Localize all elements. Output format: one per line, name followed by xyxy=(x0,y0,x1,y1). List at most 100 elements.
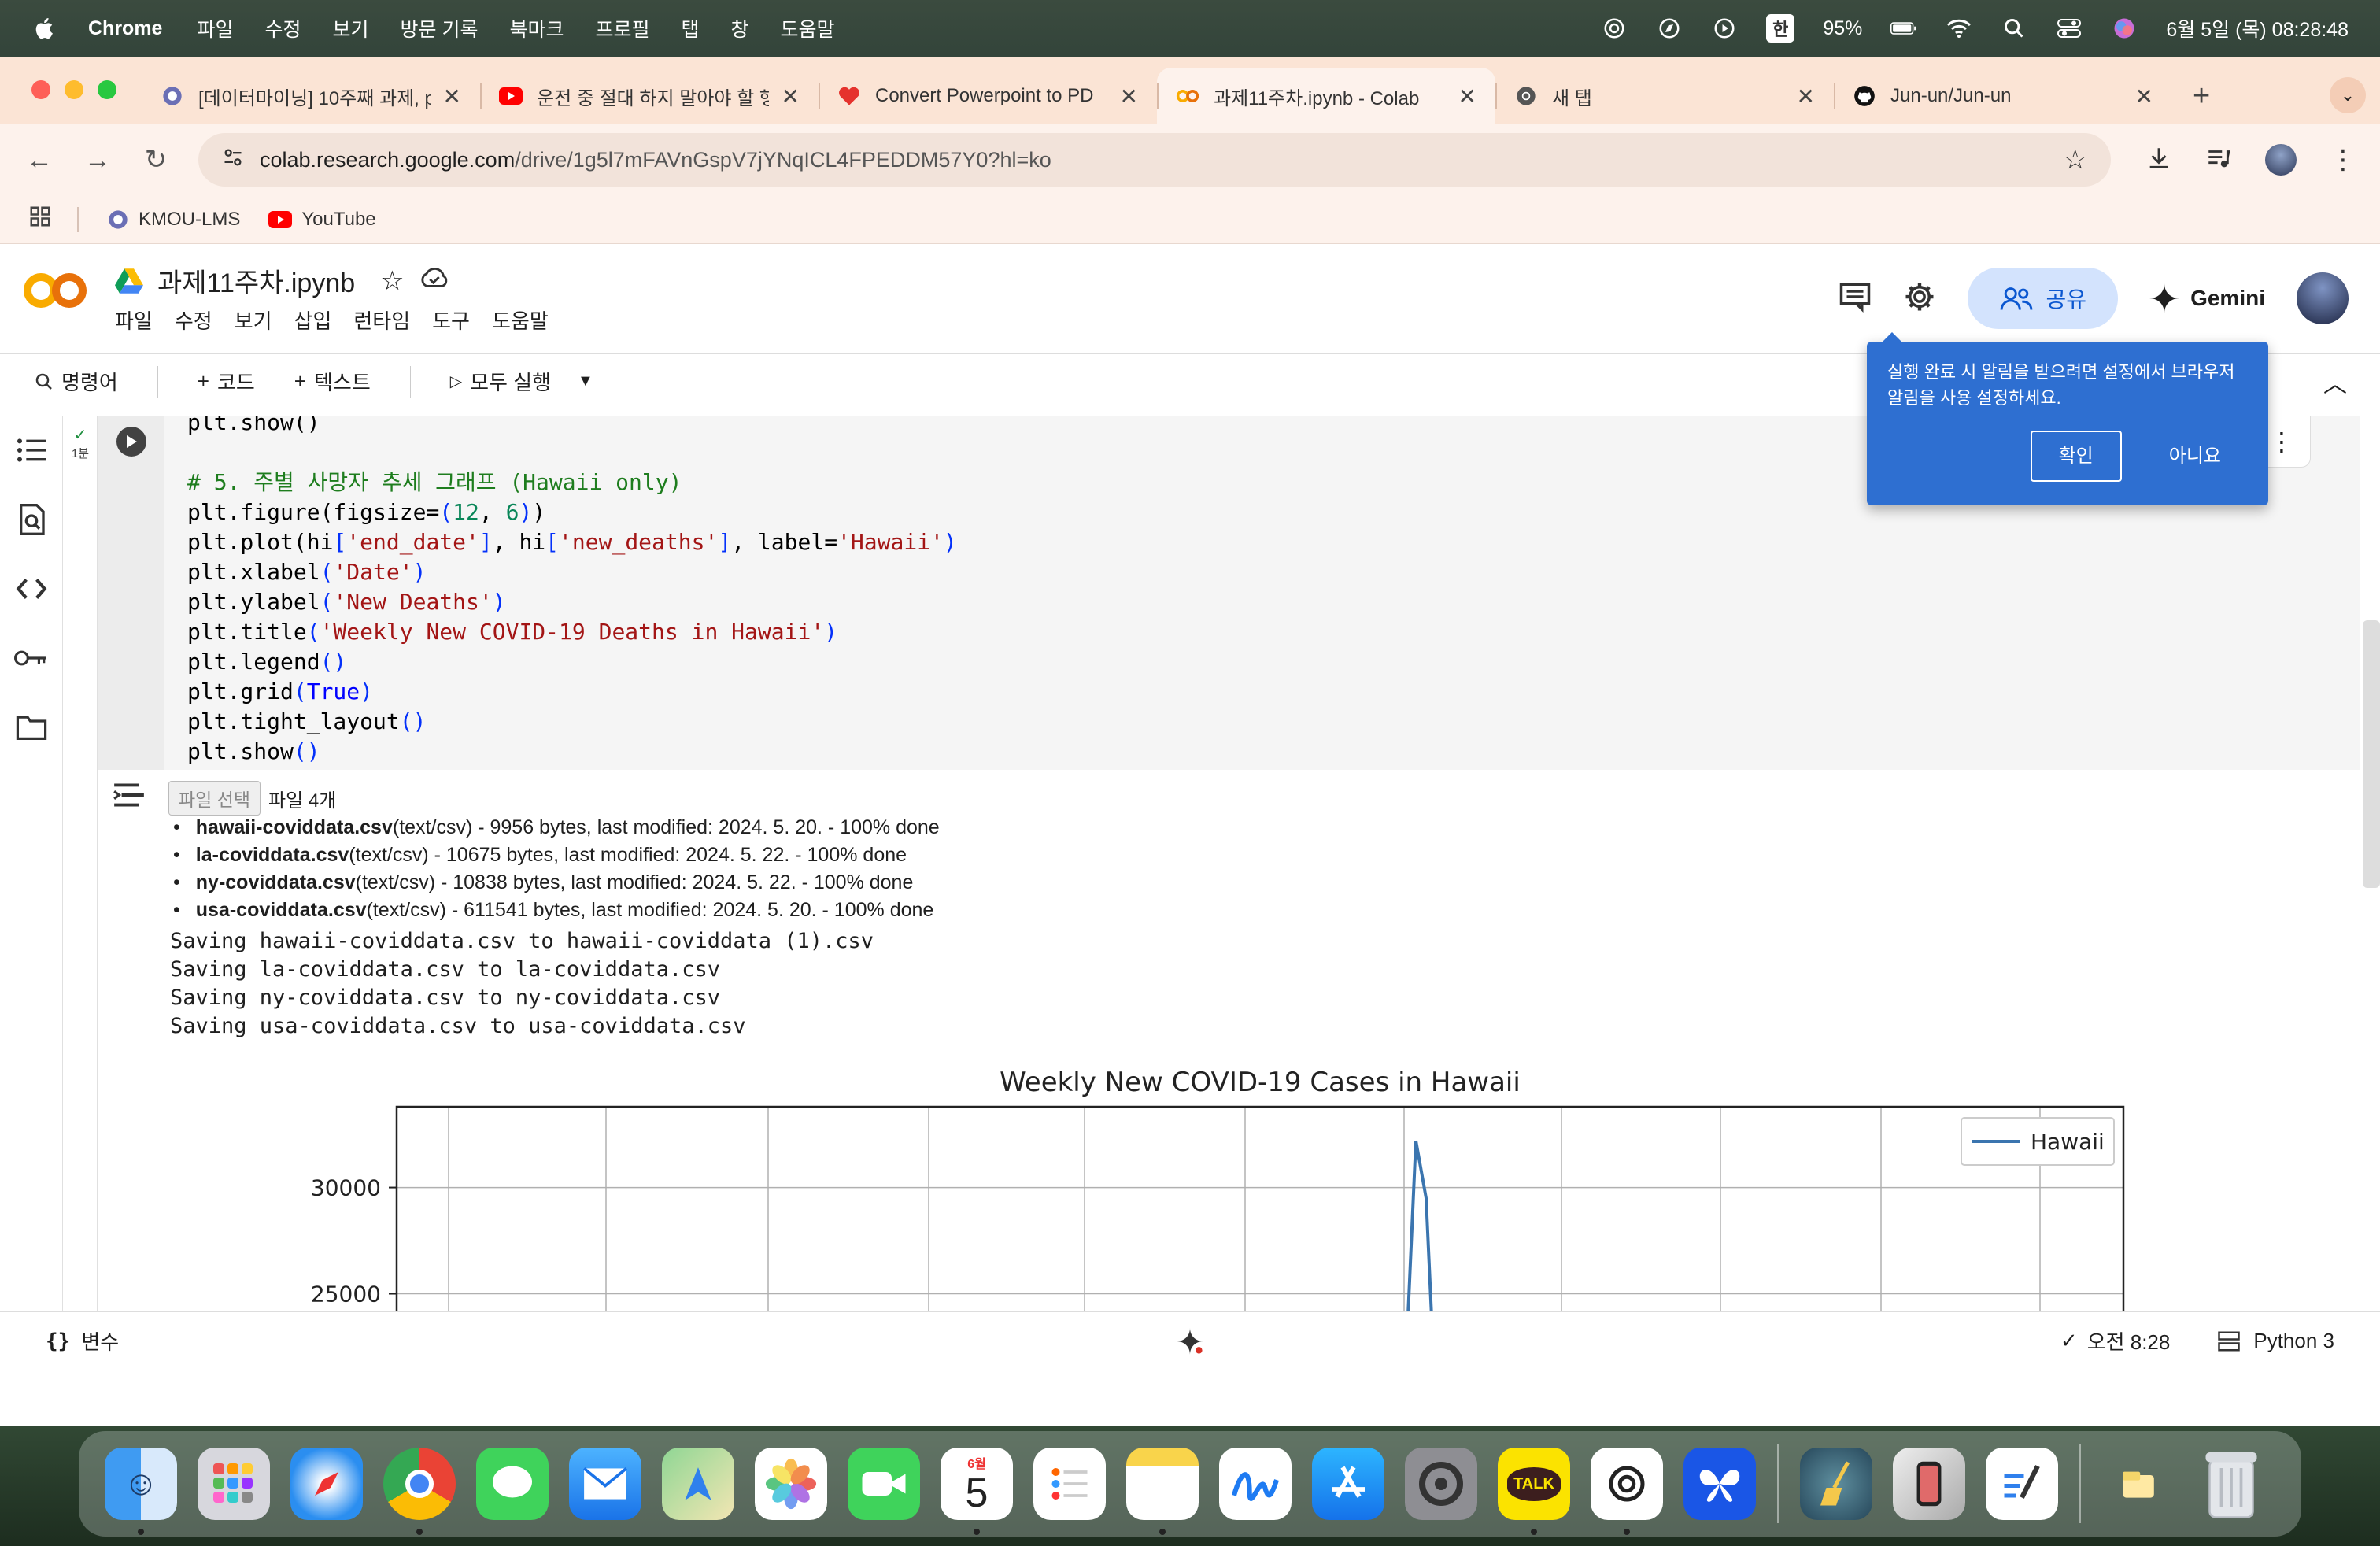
media-queue-icon[interactable] xyxy=(2205,145,2232,176)
run-all-dropdown-icon[interactable]: ▼ xyxy=(578,372,593,390)
close-tab-icon[interactable]: ✕ xyxy=(1458,83,1476,109)
siri-icon[interactable] xyxy=(2111,15,2138,42)
execution-status-button[interactable]: ✓ 오전 8:28 xyxy=(2060,1326,2170,1356)
dock-trash[interactable] xyxy=(2185,1437,2278,1530)
confirm-button[interactable]: 확인 xyxy=(2030,431,2122,482)
chatgpt-status-icon[interactable] xyxy=(1601,15,1628,42)
tab-search-chevron-icon[interactable]: ⌄ xyxy=(2330,77,2366,113)
zoom-window-button[interactable] xyxy=(98,80,116,99)
menu-edit[interactable]: 수정 xyxy=(264,14,301,43)
close-tab-icon[interactable]: ✕ xyxy=(2135,83,2153,109)
back-arrow-icon[interactable]: ← xyxy=(24,145,55,176)
notebook-scrollbar[interactable] xyxy=(2363,620,2380,888)
battery-icon[interactable] xyxy=(1890,15,1917,42)
tab-github[interactable]: Jun-un/Jun-un ✕ xyxy=(1834,68,2172,124)
tab-new-tab[interactable]: 새 탭 ✕ xyxy=(1495,68,1834,124)
menu-bookmarks[interactable]: 북마크 xyxy=(509,14,564,43)
dock-mail[interactable] xyxy=(559,1437,652,1530)
google-drive-icon[interactable] xyxy=(115,268,143,294)
code-snippets-icon[interactable] xyxy=(0,554,62,623)
gemini-sparkle-icon[interactable] xyxy=(1177,1328,1203,1360)
bookmark-star-icon[interactable]: ☆ xyxy=(2064,144,2087,176)
menu-help[interactable]: 도움말 xyxy=(781,14,835,43)
notebook-title[interactable]: 과제11주차.ipynb xyxy=(157,261,355,300)
dock-launchpad[interactable] xyxy=(187,1437,280,1530)
menu-tab[interactable]: 탭 xyxy=(682,14,700,43)
menu-window[interactable]: 창 xyxy=(731,14,749,43)
menu-file[interactable]: 파일 xyxy=(115,305,153,335)
apple-icon[interactable] xyxy=(31,15,58,42)
wifi-icon[interactable] xyxy=(1946,15,1972,42)
dock-notes[interactable] xyxy=(1116,1437,1209,1535)
dock-maps[interactable] xyxy=(652,1437,745,1530)
account-avatar[interactable] xyxy=(2297,272,2349,324)
tab-convert-ppt[interactable]: Convert Powerpoint to PD ✕ xyxy=(819,68,1157,124)
decline-button[interactable]: 아니요 xyxy=(2145,432,2245,480)
comments-icon[interactable] xyxy=(1839,281,1872,316)
gemini-button[interactable]: Gemini xyxy=(2149,283,2265,313)
tab-youtube-video[interactable]: 운전 중 절대 하지 말아야 할 행 ✕ xyxy=(480,68,819,124)
dock-freeform-notes[interactable] xyxy=(1975,1437,2068,1530)
colab-logo[interactable] xyxy=(22,268,88,313)
dock-iphone-mirroring[interactable] xyxy=(1883,1437,1975,1530)
app-name[interactable]: Chrome xyxy=(88,17,162,40)
table-of-contents-icon[interactable] xyxy=(0,416,62,485)
choose-files-button[interactable]: 파일 선택 xyxy=(168,781,261,816)
address-bar[interactable]: colab.research.google.com/drive/1g5l7mFA… xyxy=(198,133,2111,187)
files-folder-icon[interactable] xyxy=(0,693,62,762)
dock-chrome[interactable] xyxy=(373,1437,466,1535)
code-editor[interactable]: plt.show() # 5. 주별 사망자 추세 그래프 (Hawaii on… xyxy=(187,416,957,767)
menu-profiles[interactable]: 프로필 xyxy=(595,14,649,43)
compass-status-icon[interactable] xyxy=(1656,15,1683,42)
close-tab-icon[interactable]: ✕ xyxy=(782,83,800,109)
collapse-header-icon[interactable]: ︿ xyxy=(2323,364,2347,399)
bookmark-youtube[interactable]: YouTube xyxy=(268,209,376,231)
clock[interactable]: 6월 5일 (목) 08:28:48 xyxy=(2166,14,2349,43)
menu-edit[interactable]: 수정 xyxy=(175,305,213,335)
tab-colab[interactable]: 과제11주차.ipynb - Colab ✕ xyxy=(1157,68,1495,124)
menu-insert[interactable]: 삽입 xyxy=(294,305,332,335)
menu-runtime[interactable]: 런타임 xyxy=(353,305,410,335)
dock-reminders[interactable] xyxy=(1023,1437,1116,1530)
profile-avatar[interactable] xyxy=(2265,144,2297,176)
dock-butterfly-app[interactable] xyxy=(1673,1437,1766,1530)
dock-broom-app[interactable] xyxy=(1790,1437,1883,1530)
dock-calendar[interactable]: 6월 5 xyxy=(930,1437,1023,1535)
forward-arrow-icon[interactable]: → xyxy=(82,145,113,176)
run-all-button[interactable]: ▷ 모두 실행 xyxy=(438,367,564,396)
menu-view[interactable]: 보기 xyxy=(235,305,272,335)
spotlight-search-icon[interactable] xyxy=(2001,15,2027,42)
tab-data-mining[interactable]: [데이터마이닝] 10주째 과제, p ✕ xyxy=(142,68,480,124)
cell-more-options-icon[interactable]: ⋮ xyxy=(2269,427,2294,457)
add-code-button[interactable]: + 코드 xyxy=(185,367,268,396)
site-settings-icon[interactable] xyxy=(222,146,244,174)
menu-history[interactable]: 방문 기록 xyxy=(401,14,479,43)
command-palette-button[interactable]: 명령어 xyxy=(22,367,131,396)
close-tab-icon[interactable]: ✕ xyxy=(1120,83,1138,109)
dock-freeform[interactable] xyxy=(1209,1437,1302,1530)
dock-facetime[interactable] xyxy=(837,1437,930,1530)
bookmark-kmou-lms[interactable]: KMOU-LMS xyxy=(107,209,240,231)
apps-grid-icon[interactable] xyxy=(28,205,52,234)
add-text-button[interactable]: + 텍스트 xyxy=(282,367,383,396)
secrets-key-icon[interactable] xyxy=(0,623,62,693)
variables-button[interactable]: {} 변수 xyxy=(46,1326,119,1356)
dock-safari[interactable] xyxy=(280,1437,373,1530)
input-method-indicator[interactable]: 한 xyxy=(1766,14,1795,43)
menu-file[interactable]: 파일 xyxy=(197,14,233,43)
dock-kakaotalk[interactable]: TALK xyxy=(1488,1437,1580,1535)
share-button[interactable]: 공유 xyxy=(1967,268,2119,329)
dock-downloads-stack[interactable] xyxy=(2092,1437,2185,1530)
reload-icon[interactable]: ↻ xyxy=(140,144,172,176)
cloud-saved-icon[interactable] xyxy=(419,265,450,296)
control-center-icon[interactable] xyxy=(2056,15,2082,42)
download-icon[interactable] xyxy=(2145,145,2172,176)
menu-tools[interactable]: 도구 xyxy=(432,305,470,335)
run-cell-button[interactable] xyxy=(116,427,146,457)
runtime-button[interactable]: Python 3 xyxy=(2217,1329,2334,1353)
dock-chatgpt[interactable] xyxy=(1580,1437,1673,1535)
close-tab-icon[interactable]: ✕ xyxy=(1797,83,1815,109)
menu-help[interactable]: 도움말 xyxy=(492,305,549,335)
dock-photos[interactable] xyxy=(745,1437,837,1530)
output-actions-icon[interactable] xyxy=(112,782,146,812)
